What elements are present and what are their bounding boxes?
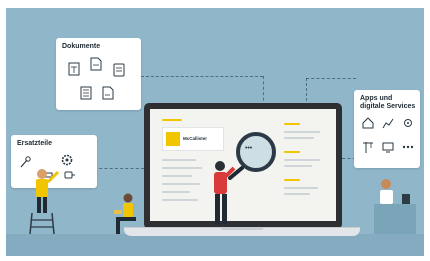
document-icon [113, 63, 125, 77]
person-on-ladder [29, 169, 60, 234]
text-line [284, 165, 312, 167]
apps-card-title: Apps und digitale Services [360, 95, 416, 110]
text-line [162, 183, 200, 185]
documents-card: Dokumente [56, 38, 141, 110]
text-line [284, 187, 318, 189]
gear-icon [61, 153, 73, 167]
crane-icon [362, 140, 374, 154]
floor [6, 234, 424, 256]
more-icon [402, 140, 414, 154]
spare-parts-card-title: Ersatzteile [17, 140, 53, 147]
connector-line [141, 76, 263, 77]
text-line [284, 131, 320, 133]
illustration-scene: Dokumente Ersatzteile Apps und digitale … [6, 8, 424, 256]
section-accent [284, 179, 300, 181]
plug-icon [63, 168, 75, 182]
profile-badge: McCallister [162, 127, 224, 151]
chart-icon [382, 116, 394, 130]
device-icon [382, 140, 394, 154]
person-with-magnifier [214, 161, 236, 224]
document-icon [80, 86, 92, 100]
text-line [162, 159, 196, 161]
documents-card-title: Dokumente [62, 43, 101, 50]
apps-card: Apps und digitale Services [354, 90, 420, 168]
document-icon [90, 57, 102, 71]
profile-logo [166, 132, 180, 146]
connector-line [306, 78, 356, 79]
profile-accent [162, 119, 182, 121]
text-line [162, 199, 198, 201]
connector-line [263, 76, 264, 106]
text-line [284, 159, 320, 161]
connector-line [306, 78, 307, 106]
settings-icon [402, 116, 414, 130]
section-accent [284, 151, 300, 153]
document-icon [102, 86, 114, 100]
text-line [284, 137, 314, 139]
wrench-icon [19, 155, 31, 169]
section-accent [284, 123, 300, 125]
text-line [284, 193, 310, 195]
text-line [162, 191, 190, 193]
person-at-desk [374, 179, 416, 234]
text-line [162, 167, 202, 169]
document-icon [68, 62, 80, 76]
connector-line [94, 168, 144, 169]
text-line [162, 175, 192, 177]
profile-name: McCallister [183, 136, 208, 141]
home-icon [362, 116, 374, 130]
search-dots: • • • [245, 145, 252, 152]
person-sitting [114, 193, 136, 234]
